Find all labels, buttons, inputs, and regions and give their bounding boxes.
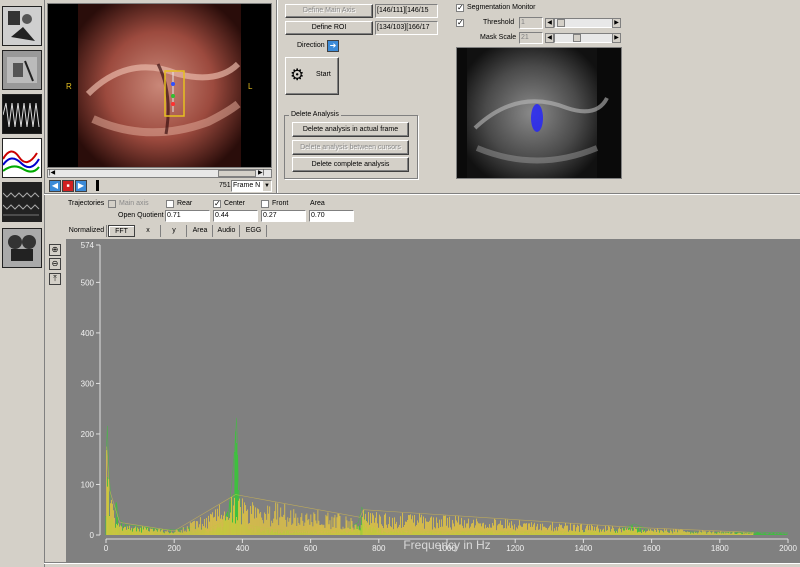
front-label: Front (272, 200, 289, 207)
tab-y[interactable]: y (162, 225, 187, 237)
trajectory-chart-icon[interactable] (2, 138, 42, 178)
endoscopy-frame (78, 4, 241, 167)
tab-fft[interactable]: FFT (108, 225, 135, 237)
delete-actual-frame-button[interactable]: Delete analysis in actual frame (292, 122, 409, 137)
y-tick-label: 100 (81, 480, 95, 489)
tab-audio[interactable]: Audio (214, 225, 240, 237)
segmentation-monitor-checkbox[interactable]: ✓ (456, 4, 464, 12)
mask-scale-right-arrow[interactable]: ▶ (612, 33, 621, 43)
y-tick-label: 500 (81, 278, 95, 287)
video-panel: R L (47, 3, 272, 168)
rewind-icon[interactable]: ◀ (49, 180, 61, 192)
y-tick-label: 574 (81, 241, 95, 250)
x-tick-label: 1400 (575, 544, 593, 553)
segmentation-monitor-label: Segmentation Monitor (467, 4, 536, 11)
mask-scale-slider[interactable] (554, 33, 612, 43)
x-tick-label: 800 (372, 544, 386, 553)
scroll-thumb[interactable] (218, 170, 256, 177)
recording-icon[interactable] (2, 50, 42, 90)
stop-icon[interactable]: ■ (62, 180, 74, 192)
y-tick-label: 200 (81, 430, 95, 439)
x-axis-label: Frequency in Hz (403, 538, 490, 552)
threshold-value: 1 (519, 17, 543, 29)
frame-mode-select[interactable]: Frame N ▼ (231, 180, 272, 192)
define-roi-button[interactable]: Define ROI (285, 21, 373, 35)
start-button[interactable]: ⚙ Start (285, 57, 339, 95)
open-quotient-center: 0.44 (213, 210, 258, 222)
mask-scale-left-arrow[interactable]: ◀ (545, 33, 554, 43)
x-tick-label: 1600 (643, 544, 661, 553)
open-quotient-area: 0.70 (309, 210, 354, 222)
frame-number: 751 (219, 182, 231, 189)
x-tick-label: 2000 (779, 544, 797, 553)
define-main-axis-button[interactable]: Define Main Axis (285, 4, 373, 18)
tab-normalized[interactable]: Normalized (67, 225, 107, 237)
divider-vertical (276, 0, 278, 193)
right-marker: L (248, 82, 253, 91)
y-tick-label: 300 (81, 379, 95, 388)
waveform-icon[interactable] (2, 94, 42, 134)
direction-arrow-icon[interactable]: ➜ (327, 40, 339, 52)
threshold-label: Threshold (483, 19, 515, 26)
segmentation-preview (456, 47, 622, 179)
front-checkbox[interactable] (261, 200, 269, 208)
x-tick-label: 0 (104, 544, 109, 553)
fit-view-icon[interactable]: ⤒ (49, 273, 61, 285)
x-tick-label: 600 (304, 544, 318, 553)
threshold-right-arrow[interactable]: ▶ (612, 18, 621, 28)
main-axis-label: Main axis (119, 200, 149, 207)
mask-scale-thumb[interactable] (573, 34, 581, 42)
frame-position-marker[interactable] (96, 180, 99, 191)
area-label: Area (310, 200, 325, 207)
center-checkbox[interactable]: ✓ (213, 200, 221, 208)
skip-start-icon[interactable]: |◀ (49, 170, 57, 177)
direction-label: Direction (297, 42, 325, 49)
open-quotient-label: Open Quotient (118, 212, 164, 219)
frame-mode-value: Frame N (233, 182, 261, 189)
mask-scale-label: Mask Scale (480, 34, 517, 41)
gear-icon: ⚙ (290, 67, 305, 84)
threshold-slider[interactable] (554, 18, 612, 28)
chevron-down-icon[interactable]: ▼ (263, 181, 271, 191)
threshold-checkbox[interactable]: ✓ (456, 19, 464, 27)
mask-scale-value: 21 (519, 32, 543, 44)
open-quotient-main-axis: 0.71 (165, 210, 210, 222)
x-tick-label: 400 (236, 544, 250, 553)
open-quotient-front: 0.27 (261, 210, 306, 222)
patient-photo-icon[interactable] (2, 6, 42, 46)
threshold-thumb[interactable] (557, 19, 565, 27)
zoom-in-icon[interactable]: ⊕ (49, 244, 61, 256)
rear-label: Rear (177, 200, 193, 207)
status-divider (44, 562, 800, 564)
skip-end-icon[interactable]: ▶| (258, 170, 270, 177)
threshold-left-arrow[interactable]: ◀ (545, 18, 554, 28)
center-label: Center (224, 200, 246, 207)
x-tick-label: 1800 (711, 544, 729, 553)
delete-between-cursors-button[interactable]: Delete analysis between cursors (292, 140, 409, 155)
delete-complete-button[interactable]: Delete complete analysis (292, 157, 409, 172)
tab-x[interactable]: x (136, 225, 161, 237)
main-axis-value: [146/111][146/15 (375, 4, 438, 18)
kymogram-icon[interactable] (2, 182, 42, 222)
start-label: Start (316, 71, 331, 78)
trajectories-label: Trajectories (68, 200, 105, 207)
x-tick-label: 1200 (506, 544, 524, 553)
video-scrollbar[interactable]: |◀ ▶| (47, 169, 272, 178)
y-tick-label: 400 (81, 329, 95, 338)
divider-horizontal (44, 193, 800, 195)
tab-egg[interactable]: EGG (241, 225, 267, 237)
y-tick-label: 0 (90, 531, 95, 540)
left-toolbar (0, 0, 45, 567)
x-tick-label: 200 (168, 544, 182, 553)
delete-analysis-title: Delete Analysis (289, 111, 341, 118)
play-icon[interactable]: ▶ (75, 180, 87, 192)
tab-area[interactable]: Area (188, 225, 213, 237)
camera-reels-icon[interactable] (2, 228, 42, 268)
zoom-out-icon[interactable]: ⊖ (49, 258, 61, 270)
left-marker: R (66, 82, 72, 91)
rear-checkbox[interactable] (166, 200, 174, 208)
main-axis-checkbox[interactable] (108, 200, 116, 208)
roi-value: [134/103][166/17 (375, 21, 438, 35)
fft-chart: 01002003004005005740 200 400 600 800 1000 1200… (66, 239, 800, 563)
